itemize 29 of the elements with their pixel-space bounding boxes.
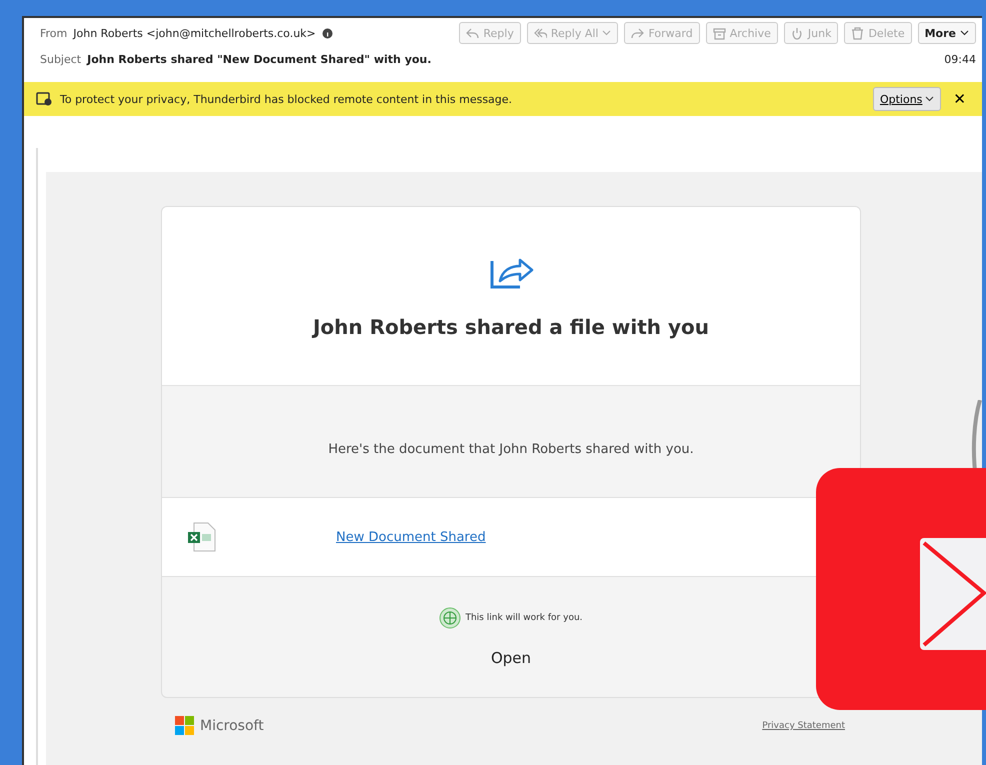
blocked-content-icon xyxy=(36,92,52,106)
more-button[interactable]: More xyxy=(918,22,976,44)
from-label: From xyxy=(40,26,68,40)
info-icon xyxy=(322,28,333,38)
link-note-text: This link will work for you. xyxy=(465,613,583,623)
arrow-icon xyxy=(534,26,547,40)
arrow-icon xyxy=(466,26,480,40)
globe-icon xyxy=(439,607,462,629)
card-title: John Roberts shared a file with you xyxy=(312,315,710,339)
options-button[interactable]: Options xyxy=(872,87,942,111)
brand-name: Microsoft xyxy=(200,718,264,734)
arrow-icon xyxy=(631,26,644,40)
open-link[interactable]: Open xyxy=(490,649,532,667)
spreadsheet-file-icon xyxy=(186,522,218,552)
privacy-link[interactable]: Privacy Statement xyxy=(762,721,845,731)
close-button[interactable]: ✕ xyxy=(949,90,970,108)
intro-text: Here's the document that John Roberts shared with you. xyxy=(327,441,695,459)
trash-icon xyxy=(851,26,864,40)
notice-text: To protect your privacy, Thunderbird has blocked remote content in this message. xyxy=(60,92,512,106)
subject-label: Subject xyxy=(40,52,82,66)
file-link[interactable]: New Document Shared xyxy=(336,530,486,544)
sender-address: John Roberts <john@mitchellroberts.co.uk> xyxy=(73,26,316,40)
caret-icon xyxy=(602,30,612,36)
subject-text: John Roberts shared "New Document Shared" with you. xyxy=(87,52,432,66)
caret-icon xyxy=(960,30,969,36)
caret-icon xyxy=(925,96,934,102)
windows-logo-icon xyxy=(175,716,195,736)
time-text: 09:44 xyxy=(944,52,976,66)
archive-icon xyxy=(712,26,726,40)
